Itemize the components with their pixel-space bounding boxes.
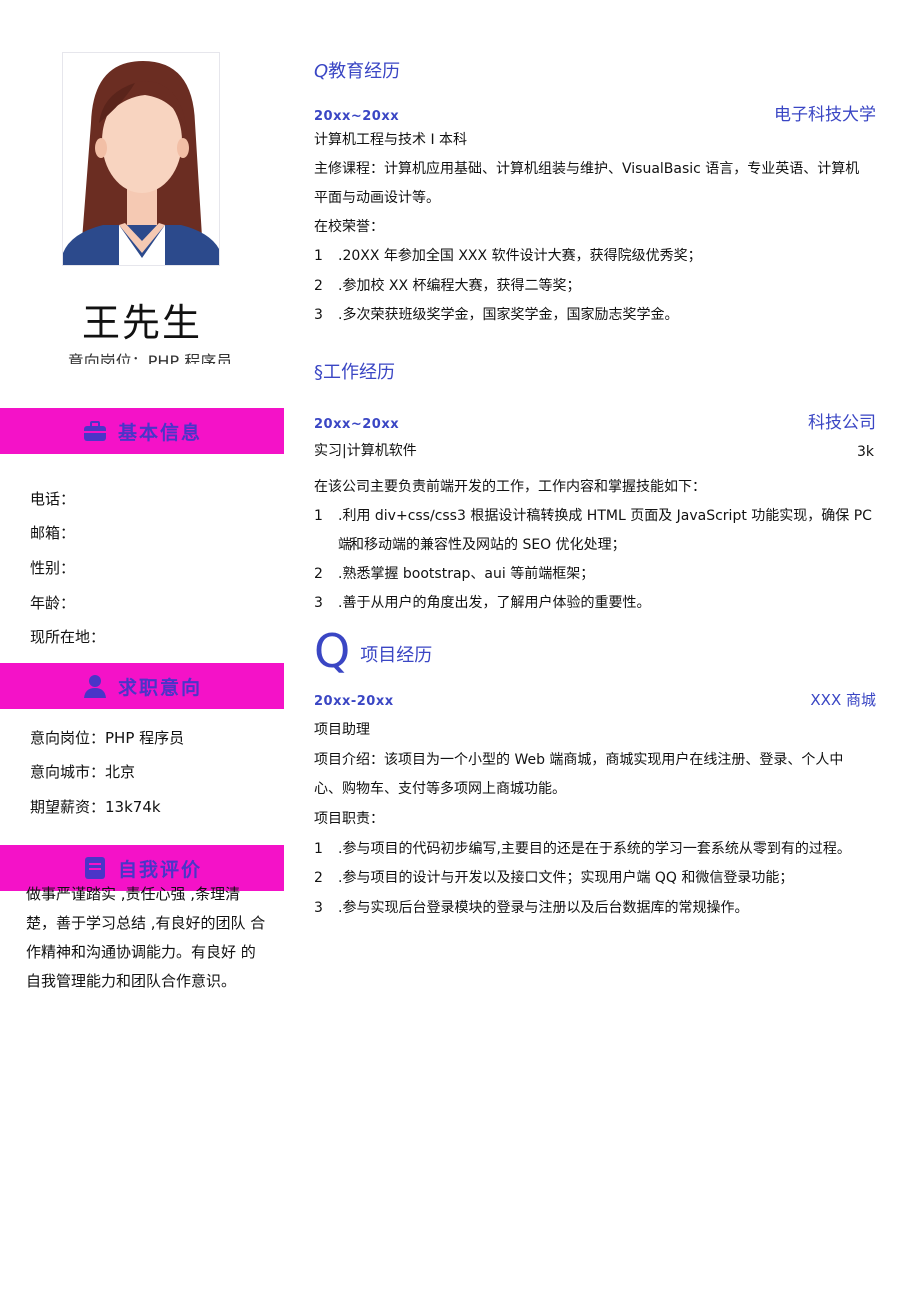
project-date: 20xx-20xx xyxy=(314,694,394,709)
section-title-basic-info: 基本信息 xyxy=(117,421,202,444)
list-text-cont: 和移动端的兼容性及网站的 SEO 优化处理； xyxy=(350,537,626,553)
project-name: XXX 商城 xyxy=(810,691,876,709)
education-courses-cont: 平面与动画设计等。 xyxy=(314,190,440,206)
list-text: .参与实现后台登录模块的登录与注册以及后台数据库的常规操作。 xyxy=(338,900,749,916)
intent-city: 意向城市：北京 xyxy=(30,763,136,781)
list-text: .参加校 XX 杯编程大赛，获得二等奖； xyxy=(338,278,581,294)
document-icon xyxy=(82,855,108,881)
list-text: .20XX 年参加全国 XXX 软件设计大赛，获得院级优秀奖； xyxy=(338,248,702,264)
education-courses: 主修课程：计算机应用基础、计算机组装与维护、VisualBasic 语言，专业英… xyxy=(314,161,860,177)
list-number: 1 xyxy=(314,508,323,524)
list-number: 2 xyxy=(314,566,323,582)
section-bar-basic-info: 基本信息 xyxy=(0,408,284,454)
list-text: .熟悉掌握 bootstrap、aui 等前端框架； xyxy=(338,566,595,582)
education-q-icon: Q xyxy=(314,61,329,82)
work-title-text: 工作经历 xyxy=(323,362,395,383)
list-number: 3 xyxy=(314,307,323,323)
project-intro-cont: 心、购物车、支付等多项网上商城功能。 xyxy=(314,781,566,797)
list-number: 2 xyxy=(314,278,323,294)
work-salary: 3k xyxy=(856,444,874,460)
list-number: 2 xyxy=(314,870,323,886)
section-bar-job-intent: 求职意向 xyxy=(0,663,284,709)
list-number: 3 xyxy=(314,900,323,916)
list-item: 2 .参与项目的设计与开发以及接口文件；实现用户端 QQ 和微信登录功能； xyxy=(314,864,878,893)
education-header-row: 20xx~20xx 电子科技大学 xyxy=(314,100,876,125)
project-q-icon: Q xyxy=(314,624,351,678)
list-number: 3 xyxy=(314,595,323,611)
work-section-icon: § xyxy=(314,362,323,383)
intent-salary: 期望薪资：13k74k xyxy=(30,798,161,816)
project-intro: 项目介绍：该项目为一个小型的 Web 端商城，商城实现用户在线注册、登录、个人中 xyxy=(314,752,844,768)
list-text: .参与项目的设计与开发以及接口文件；实现用户端 QQ 和微信登录功能； xyxy=(338,870,794,886)
project-role: 项目助理 xyxy=(314,722,370,738)
section-title-education: Q教育经历 xyxy=(314,57,400,83)
list-text: .参与项目的代码初步编写,主要目的还是在于系统的学习一套系统从零到有的过程。 xyxy=(338,841,851,857)
section-title-work: §工作经历 xyxy=(314,358,395,384)
info-gender: 性别： xyxy=(30,559,76,577)
section-title-self-evaluation: 自我评价 xyxy=(117,858,202,881)
list-item: 1 .参与项目的代码初步编写,主要目的还是在于系统的学习一套系统从零到有的过程。 xyxy=(314,835,878,864)
work-header-row: 20xx~20xx 科技公司 xyxy=(314,408,876,433)
info-age: 年龄： xyxy=(30,594,76,612)
self-evaluation-text: 做事严谨踏实 ,责任心强 ,条理清 楚，善于学习总结 ,有良好的团队 合作精神和… xyxy=(26,885,266,990)
candidate-name: 王先生 xyxy=(81,301,202,345)
section-title-project: Q 项目经历 xyxy=(314,628,432,674)
info-email: 邮箱： xyxy=(30,524,76,542)
education-honors-title: 在校荣誉： xyxy=(314,219,384,235)
person-icon xyxy=(82,673,108,699)
list-item: 1 .20XX 年参加全国 XXX 软件设计大赛，获得院级优秀奖； xyxy=(314,242,878,271)
section-title-job-intent: 求职意向 xyxy=(117,676,202,699)
list-text: .善于从用户的角度出发，了解用户体验的重要性。 xyxy=(338,595,651,611)
list-number: 1 xyxy=(314,248,323,264)
list-item: 2 .熟悉掌握 bootstrap、aui 等前端框架； xyxy=(314,560,878,589)
list-number: 1 xyxy=(314,841,323,857)
project-title-text: 项目经历 xyxy=(360,645,433,666)
work-intro: 在该公司主要负责前端开发的工作，工作内容和掌握技能如下： xyxy=(314,479,706,495)
info-location: 现所在地： xyxy=(30,628,106,646)
avatar-illustration xyxy=(63,61,219,265)
intent-position: 意向岗位：PHP 程序员 xyxy=(30,729,185,747)
list-item: 3 .参与实现后台登录模块的登录与注册以及后台数据库的常规操作。 xyxy=(314,894,878,923)
work-role: 实习|计算机软件 xyxy=(314,443,417,459)
list-item: 2 .参加校 XX 杯编程大赛，获得二等奖； xyxy=(314,272,878,301)
education-title-text: 教育经历 xyxy=(328,61,401,82)
work-company: 科技公司 xyxy=(808,413,876,433)
education-date: 20xx~20xx xyxy=(314,109,400,124)
list-item: 3 .善于从用户的角度出发，了解用户体验的重要性。 xyxy=(314,589,878,618)
education-major: 计算机工程与技术 I 本科 xyxy=(314,132,468,148)
candidate-subline: 意向岗位：PHP 程序员 xyxy=(67,352,233,364)
list-text: .多次荣获班级奖学金，国家奖学金，国家励志奖学金。 xyxy=(338,307,679,323)
avatar xyxy=(62,52,220,266)
project-duties-title: 项目职责： xyxy=(314,811,384,827)
subline-clip: 意向岗位：PHP 程序员 xyxy=(40,352,260,364)
work-date: 20xx~20xx xyxy=(314,417,400,432)
briefcase-icon xyxy=(82,418,108,444)
education-school: 电子科技大学 xyxy=(774,105,876,125)
list-item: 3 .多次荣获班级奖学金，国家奖学金，国家励志奖学金。 xyxy=(314,301,878,330)
project-header-row: 20xx-20xx XXX 商城 xyxy=(314,689,876,710)
info-phone: 电话： xyxy=(30,490,76,508)
